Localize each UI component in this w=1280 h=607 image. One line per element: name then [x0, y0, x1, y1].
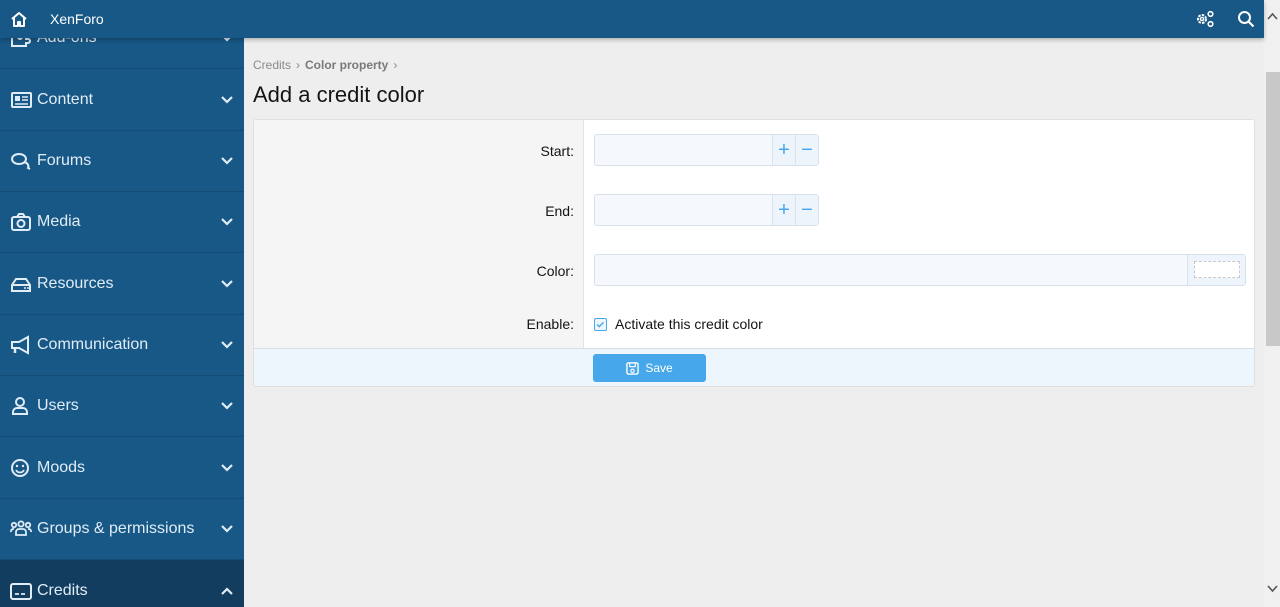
smile-icon [11, 459, 29, 477]
breadcrumb-separator: › [296, 58, 301, 72]
end-decrement-button[interactable]: − [795, 195, 818, 225]
page-scrollbar[interactable] [1264, 0, 1280, 607]
sidebar-item-label: Communication [37, 336, 149, 353]
sidebar: Add-ons Content Forums Media Resources C… [0, 0, 244, 607]
start-increment-button[interactable]: + [772, 135, 795, 165]
newspaper-icon [11, 92, 32, 108]
scrollbar-thumb[interactable] [1266, 72, 1280, 346]
chevron-down-icon [221, 280, 233, 288]
credit-card-icon [10, 582, 32, 600]
color-label: Color: [536, 263, 574, 279]
camera-icon [11, 213, 31, 231]
sidebar-item-users[interactable]: Users [0, 376, 244, 437]
enable-checkbox-row[interactable]: Activate this credit color [594, 316, 763, 332]
save-button-label: Save [645, 361, 673, 375]
sidebar-item-communication[interactable]: Communication [0, 315, 244, 376]
breadcrumb-separator: › [393, 58, 398, 72]
cogs-icon[interactable] [1195, 10, 1215, 28]
comments-icon [11, 153, 31, 170]
end-label: End: [545, 203, 574, 219]
home-icon[interactable] [10, 10, 28, 28]
check-icon [596, 321, 604, 328]
end-increment-button[interactable]: + [772, 195, 795, 225]
sidebar-item-label: Resources [37, 275, 114, 292]
chevron-down-icon [221, 525, 233, 533]
start-input[interactable] [595, 135, 772, 165]
chevron-down-icon [221, 402, 233, 410]
sidebar-item-moods[interactable]: Moods [0, 438, 244, 499]
sidebar-item-label: Media [37, 213, 81, 230]
brand-link[interactable]: XenForo [50, 11, 104, 27]
sidebar-item-label: Forums [37, 152, 92, 169]
end-stepper: + − [594, 194, 819, 226]
chevron-down-icon [221, 157, 233, 165]
submit-row: Save [254, 348, 1254, 386]
sidebar-item-label: Groups & permissions [37, 520, 195, 537]
breadcrumb-color-property[interactable]: Color property [305, 58, 388, 72]
chevron-down-icon [221, 341, 233, 349]
color-picker-button[interactable] [1187, 255, 1245, 285]
top-bar: XenForo [0, 0, 1264, 38]
form-block: Start: + − End: + − Color: Enable: Activ… [253, 119, 1255, 387]
start-label: Start: [540, 143, 574, 159]
save-icon [626, 361, 640, 375]
hdd-icon [11, 278, 31, 292]
end-input[interactable] [595, 195, 772, 225]
breadcrumb: Credits › Color property › [253, 58, 397, 72]
user-icon [12, 397, 28, 415]
start-decrement-button[interactable]: − [795, 135, 818, 165]
sidebar-item-label: Content [37, 91, 94, 108]
label-column [254, 120, 584, 348]
sidebar-item-content[interactable]: Content [0, 70, 244, 131]
breadcrumb-credits[interactable]: Credits [253, 58, 291, 72]
enable-checkbox-label: Activate this credit color [615, 316, 763, 332]
sidebar-item-media[interactable]: Media [0, 192, 244, 253]
scroll-down-icon[interactable] [1267, 585, 1278, 593]
megaphone-icon [11, 335, 29, 355]
scroll-up-icon[interactable] [1267, 12, 1278, 20]
page-title: Add a credit color [253, 82, 425, 107]
save-button[interactable]: Save [593, 354, 706, 382]
chevron-up-icon [221, 586, 233, 595]
sidebar-item-label: Credits [37, 581, 88, 599]
chevron-down-icon [221, 464, 233, 472]
sidebar-item-label: Users [37, 397, 79, 414]
color-input[interactable] [594, 254, 1246, 286]
start-stepper: + − [594, 134, 819, 166]
color-swatch [1194, 261, 1240, 278]
sidebar-item-label: Moods [37, 459, 86, 476]
chevron-down-icon [221, 218, 233, 226]
sidebar-item-groups-permissions[interactable]: Groups & permissions [0, 499, 244, 560]
users-icon [10, 520, 32, 536]
sidebar-item-resources[interactable]: Resources [0, 254, 244, 315]
chevron-down-icon [221, 96, 233, 104]
sidebar-item-forums[interactable]: Forums [0, 131, 244, 192]
enable-checkbox[interactable] [594, 317, 607, 331]
search-icon[interactable] [1237, 10, 1255, 28]
sidebar-item-credits[interactable]: Credits [0, 560, 244, 607]
enable-label: Enable: [526, 316, 574, 332]
main-content: Credits › Color property › Add a credit … [244, 38, 1264, 607]
